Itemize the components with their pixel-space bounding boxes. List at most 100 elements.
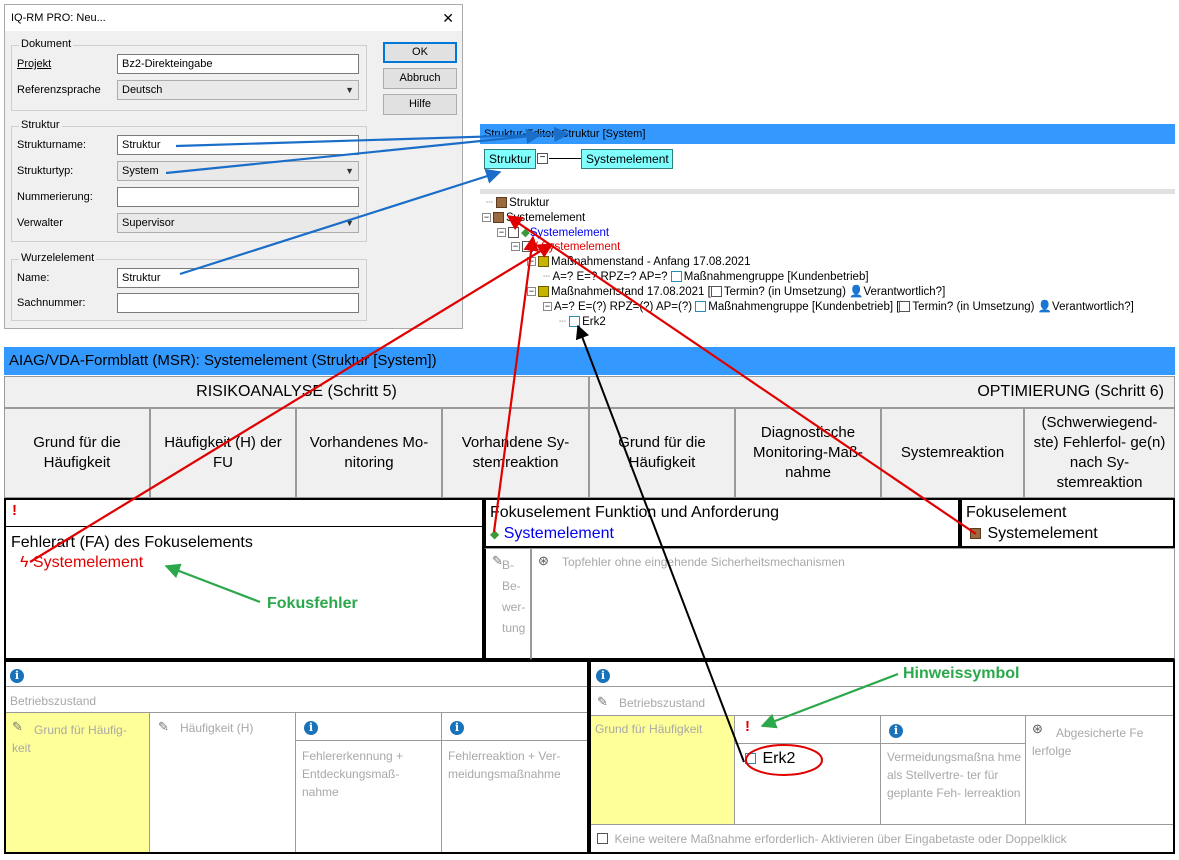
info-icon[interactable]: i — [10, 666, 24, 684]
editor-separator — [480, 189, 1175, 194]
fehlerart-cell[interactable]: ! Fehlerart (FA) des Fokuselements ϟ Sys… — [4, 498, 484, 660]
referenzsprache-select[interactable]: Deutsch ▼ — [117, 80, 359, 100]
tree-item[interactable]: − Maßnahmenstand - Anfang 17.08.2021 — [527, 255, 750, 269]
divider — [591, 824, 1173, 825]
pencil-icon: ✎ — [158, 719, 169, 734]
verwalter-select[interactable]: Supervisor ▼ — [117, 213, 359, 233]
fokus-value[interactable]: Systemelement — [970, 525, 1098, 543]
tree-item[interactable]: − ϟSystemelement — [511, 240, 620, 254]
abgesichert-cell[interactable]: ⊛ Abgesicherte Fe lerfolge — [1026, 716, 1173, 824]
fehlerart-value[interactable]: ϟ Systemelement — [20, 554, 143, 572]
chevron-down-icon: ▼ — [345, 166, 354, 176]
erk2-value[interactable]: Erk2 — [745, 750, 795, 768]
verwalter-label: Verwalter — [17, 217, 63, 229]
pencil-icon: ✎ — [597, 694, 608, 709]
function-diamond-icon: ◆ — [490, 527, 500, 541]
tree-item[interactable]: − ◆Systemelement — [497, 226, 609, 240]
tree-item[interactable]: ┄ Struktur — [486, 196, 549, 210]
collapse-icon[interactable]: − — [497, 228, 506, 238]
tree-item[interactable]: − A=? E=(?) RPZ=(?) AP=(?) Maßnahmengrupp… — [543, 300, 1134, 314]
lightning-icon: ϟ — [20, 554, 29, 571]
collapse-icon[interactable]: − — [511, 242, 520, 252]
divider — [442, 740, 587, 741]
bewertung-cell[interactable]: ✎ B- Be- wer- tung — [484, 548, 531, 660]
wurzel-name-field[interactable]: Struktur — [117, 268, 359, 288]
strukturtyp-select[interactable]: System ▼ — [117, 161, 359, 181]
fokus-label: Fokuselement — [966, 504, 1067, 521]
column-header[interactable]: Grund für die Häufigkeit — [589, 408, 735, 498]
grund-left-text: Grund für Häufig- keit — [12, 723, 127, 755]
grund-right-text: Grund für Häufigkeit — [595, 722, 703, 736]
document-icon — [695, 301, 707, 313]
dokument-group-title: Dokument — [19, 38, 74, 50]
fokuselement-cell[interactable]: Fokuselement Systemelement — [960, 498, 1175, 548]
close-icon[interactable]: ✕ — [442, 5, 454, 31]
column-header[interactable]: Diagnostische Monitoring-Maß- nahme — [735, 408, 881, 498]
column-header[interactable]: Häufigkeit (H) der FU — [150, 408, 296, 498]
topfehler-text: Topfehler ohne eingehende Sicherheitsmec… — [562, 555, 845, 569]
collapse-icon[interactable]: − — [537, 153, 548, 164]
sachnummer-label: Sachnummer: — [17, 297, 86, 309]
sachnummer-field[interactable] — [117, 293, 359, 313]
grund-haeufigkeit-right-cell[interactable]: Grund für Häufigkeit — [591, 716, 735, 824]
calendar-icon — [710, 286, 722, 298]
abbruch-button[interactable]: Abbruch — [383, 68, 457, 89]
bewertung-label: B- Be- wer- tung — [502, 558, 526, 635]
person-icon: 👤 — [1037, 301, 1053, 313]
verwalter-value: Supervisor — [122, 217, 175, 229]
tree-item[interactable]: − Systemelement — [482, 211, 585, 225]
divider — [6, 526, 482, 527]
chevron-down-icon: ▼ — [345, 218, 354, 228]
info-icon[interactable]: i — [596, 666, 610, 684]
info-icon[interactable]: i — [450, 718, 464, 736]
measure-icon — [597, 833, 608, 845]
note-icon — [569, 316, 581, 328]
strukturname-field[interactable]: Struktur — [117, 135, 359, 155]
collapse-icon[interactable]: − — [482, 213, 491, 223]
tree-item[interactable]: ┄ Erk2 — [559, 315, 606, 329]
collapse-icon[interactable]: − — [527, 257, 536, 267]
topfehler-cell[interactable]: ⊛ Topfehler ohne eingehende Sicherheitsm… — [531, 548, 1175, 660]
glasses-icon: ⊛ — [538, 553, 549, 568]
collapse-icon[interactable]: − — [527, 287, 536, 297]
erk2-cell[interactable]: ! Erk2 — [735, 716, 881, 824]
keine-massnahme-row[interactable]: Keine weitere Maßnahme erforderlich- Akt… — [597, 830, 1067, 848]
grund-haeufigkeit-left-cell[interactable]: ✎ Grund für Häufig- keit — [6, 713, 150, 852]
tree-item[interactable]: ┄ A=? E=? RPZ=? AP=? Maßnahmengruppe [Ku… — [543, 270, 869, 284]
new-project-dialog: IQ-RM PRO: Neu... ✕ Dokument Projekt Bz2… — [4, 4, 463, 329]
vermeidung-cell[interactable]: i Vermeidungsmaßna hme als Stellvertre- … — [881, 716, 1026, 824]
tree-item[interactable]: − Maßnahmenstand 17.08.2021 [Termin? (in … — [527, 285, 945, 299]
projekt-field[interactable]: Bz2-Direkteingabe — [117, 54, 359, 74]
betriebszustand-right: Betriebszustand — [619, 696, 706, 710]
divider — [591, 686, 1173, 687]
collapse-icon[interactable]: − — [543, 302, 552, 312]
function-diamond-icon: ◆ — [521, 227, 530, 239]
referenzsprache-label: Referenzsprache — [17, 84, 101, 96]
column-header[interactable]: Vorhandenes Mo- nitoring — [296, 408, 442, 498]
info-icon[interactable]: i — [304, 718, 318, 736]
funktion-label: Fokuselement Funktion und Anforderung — [490, 504, 780, 521]
ok-button[interactable]: OK — [383, 42, 457, 63]
column-header[interactable]: (Schwerwiegend- ste) Fehlerfol- ge(n) na… — [1024, 408, 1175, 498]
form-title: AIAG/VDA-Formblatt (MSR): Systemelement … — [4, 347, 1175, 375]
haeufigkeit-text: Häufigkeit (H) — [180, 721, 254, 735]
hilfe-button[interactable]: Hilfe — [383, 94, 457, 115]
strukturtyp-label: Strukturtyp: — [17, 165, 74, 177]
fokuselement-funktion-cell[interactable]: Fokuselement Funktion und Anforderung ◆ … — [484, 498, 960, 548]
system-element-icon — [970, 528, 981, 540]
divider — [6, 686, 587, 687]
structure-root-box[interactable]: Struktur — [484, 149, 536, 169]
column-header[interactable]: Grund für die Häufigkeit — [4, 408, 150, 498]
column-header[interactable]: Vorhandene Sy- stemreaktion — [442, 408, 589, 498]
fehlererkennung-cell[interactable]: i Fehlererkennung + Entdeckungsmaß- nahm… — [296, 713, 442, 852]
structure-child-box[interactable]: Systemelement — [581, 149, 673, 169]
column-header[interactable]: Systemreaktion — [881, 408, 1024, 498]
divider — [881, 743, 1025, 744]
haeufigkeit-cell[interactable]: ✎ Häufigkeit (H) — [150, 713, 296, 852]
info-icon[interactable]: i — [889, 721, 903, 739]
funktion-value[interactable]: ◆ Systemelement — [490, 525, 614, 543]
fehlerreaktion-cell[interactable]: i Fehlerreaktion + Ver- meidungsmaßnahme — [442, 713, 587, 852]
nummerierung-field[interactable] — [117, 187, 359, 207]
function-icon — [508, 227, 519, 239]
fehlererkennung-text: Fehlererkennung + Entdeckungsmaß- nahme — [302, 749, 404, 799]
